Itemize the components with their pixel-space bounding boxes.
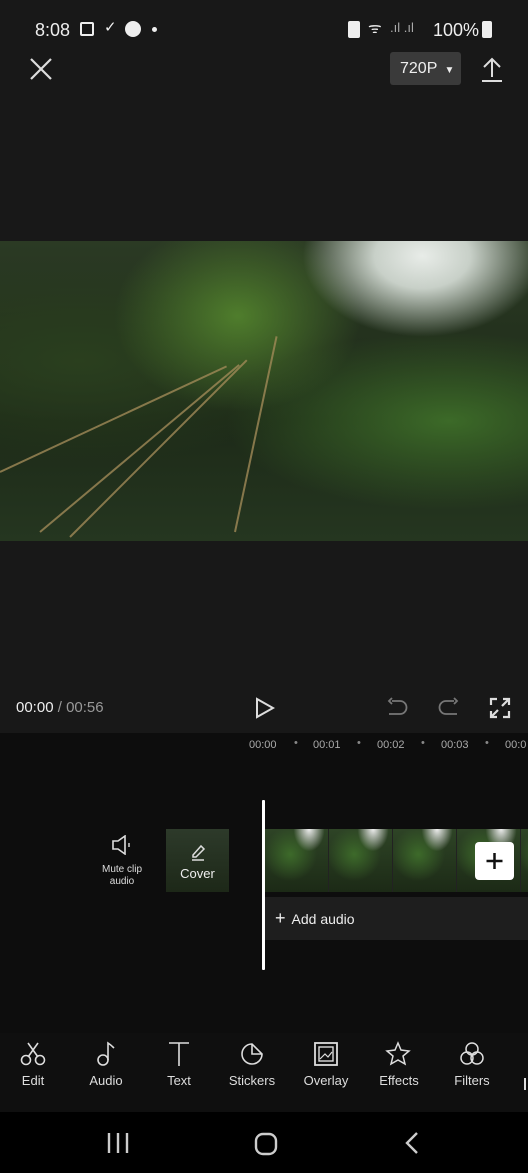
gallery-icon <box>80 22 94 36</box>
add-audio-button[interactable]: + Add audio <box>265 897 528 940</box>
tool-effects[interactable]: Effects <box>363 1041 435 1088</box>
resolution-dropdown[interactable]: 720P ▼ <box>390 52 461 85</box>
cover-button[interactable]: Cover <box>166 829 229 892</box>
tool-label: Overlay <box>303 1073 349 1088</box>
fullscreen-icon <box>489 697 511 719</box>
sticker-icon <box>241 1043 263 1065</box>
text-icon <box>169 1042 189 1066</box>
overlay-icon <box>314 1042 338 1066</box>
scissors-icon <box>20 1042 46 1066</box>
resolution-label: 720P <box>400 60 438 77</box>
ruler-tick: 00:0 <box>505 739 527 751</box>
tool-stickers[interactable]: Stickers <box>216 1041 288 1088</box>
dot-icon <box>152 27 157 32</box>
redo-button[interactable] <box>438 697 460 724</box>
wifi-icon: ᯤ <box>368 20 382 37</box>
battery-text: 100% <box>433 20 480 40</box>
recents-icon <box>107 1133 129 1153</box>
current-time: 00:00 <box>16 699 54 716</box>
home-button[interactable] <box>254 1132 278 1161</box>
ruler-tick: 00:00 <box>249 739 277 751</box>
add-clip-button[interactable] <box>475 842 514 880</box>
ruler-tick: 00:03 <box>441 739 469 751</box>
star-icon <box>385 1041 411 1066</box>
tool-label: Edit <box>21 1073 45 1088</box>
playhead[interactable] <box>262 800 265 970</box>
edit-pencil-icon <box>191 844 205 861</box>
ruler-tick: 00:02 <box>377 739 405 751</box>
signal-icon: .ıl .ıl <box>390 20 414 35</box>
tool-overlay[interactable]: Overlay <box>290 1041 362 1088</box>
bottom-toolbar: Edit Audio Text Stickers Overlay Effects… <box>0 1033 528 1113</box>
mute-clip-audio-button[interactable]: Mute clip audio <box>92 834 152 888</box>
tool-filters[interactable]: Filters <box>436 1041 508 1088</box>
tool-text[interactable]: Text <box>143 1041 215 1088</box>
tool-label: Audio <box>89 1073 123 1088</box>
tool-audio[interactable]: Audio <box>70 1041 142 1088</box>
home-icon <box>254 1132 278 1156</box>
system-nav-bar <box>0 1112 528 1173</box>
close-icon <box>30 58 52 80</box>
total-time: 00:56 <box>66 699 104 716</box>
back-button[interactable] <box>404 1132 420 1159</box>
tool-label: Text <box>167 1073 191 1088</box>
play-icon <box>256 697 276 719</box>
tool-label: Stickers <box>228 1073 276 1088</box>
music-note-icon <box>97 1041 115 1066</box>
close-button[interactable] <box>28 56 54 87</box>
battery-saver-icon <box>348 21 360 38</box>
caret-down-icon: ▼ <box>444 65 455 76</box>
time-separator: / <box>53 699 67 716</box>
next-tool-partial[interactable] <box>524 1078 526 1090</box>
add-audio-label: Add audio <box>291 911 355 927</box>
status-bar: 8:08 ✓ ᯤ .ıl .ıl 100% <box>0 18 528 42</box>
undo-button[interactable] <box>386 697 408 724</box>
tool-label: Filters <box>454 1073 490 1088</box>
battery-icon <box>482 21 492 38</box>
redo-icon <box>438 697 459 715</box>
recents-button[interactable] <box>106 1132 130 1159</box>
undo-icon <box>387 697 408 715</box>
upload-icon <box>482 57 502 82</box>
plus-icon <box>486 853 503 869</box>
export-button[interactable] <box>480 57 504 88</box>
messenger-icon <box>125 21 141 37</box>
tool-edit[interactable]: Edit <box>0 1041 69 1088</box>
fullscreen-button[interactable] <box>489 697 511 724</box>
check-icon: ✓ <box>104 19 117 36</box>
filters-icon <box>460 1042 484 1065</box>
ruler-tick: 00:01 <box>313 739 341 751</box>
tool-label: Effects <box>379 1073 419 1088</box>
back-icon <box>405 1132 418 1154</box>
mute-label: Mute clip audio <box>101 864 142 887</box>
time-display: 00:00 / 00:56 <box>16 699 104 716</box>
timeline-area[interactable]: 00:00 • 00:01 • 00:02 • 00:03 • 00:0 Mut… <box>0 733 528 1033</box>
plus-icon: + <box>275 908 286 928</box>
status-time: 8:08 <box>35 20 71 40</box>
video-preview[interactable] <box>0 241 528 541</box>
play-button[interactable] <box>255 697 276 724</box>
speaker-icon <box>112 834 130 856</box>
cover-label: Cover <box>180 866 215 881</box>
